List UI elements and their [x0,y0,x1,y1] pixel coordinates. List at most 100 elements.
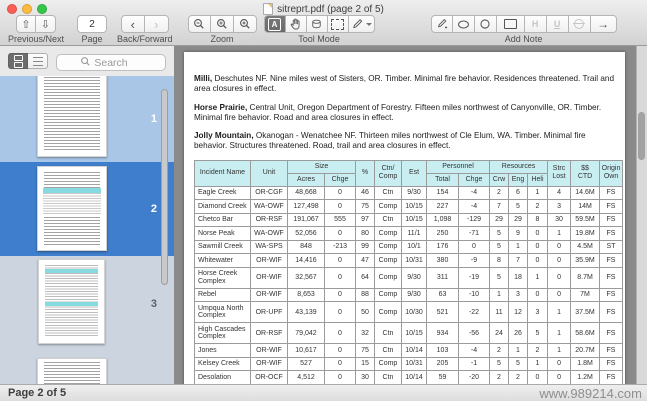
table-cell: 8.7M [570,266,601,289]
rect-selection-tool-button[interactable] [327,15,349,33]
sidebar-header [0,46,174,76]
table-cell: OR-WIF [250,356,288,372]
thumbnail-row-page-2[interactable]: 2 [0,162,174,256]
actual-size-button[interactable] [210,15,234,33]
table-cell: 2 [489,370,509,384]
paragraph: Jolly Mountain, Okanogan - Wenatchee NF.… [194,131,586,151]
document-proxy-icon [263,3,274,15]
table-cell: 0 [324,343,356,358]
underline-icon: U [553,19,561,29]
table-cell: 0 [547,253,572,268]
back-forward-label: Back/Forward [117,34,173,44]
list-view-button[interactable] [28,53,48,69]
table-cell: 380 [426,253,459,268]
document-scrollbar-thumb[interactable] [638,112,645,160]
table-cell: 50 [355,301,375,324]
table-cell: 46 [355,185,375,201]
table-cell: 0 [324,226,356,241]
page-thumbnail[interactable] [37,166,107,251]
table-cell: 0 [547,356,572,372]
group-header-personnel: Personnel [426,159,490,174]
window-title-text: sitreprt.pdf (page 2 of 5) [277,3,384,15]
table-row: Norse Peak WA-OWF 52,056 0 80 Comp 11/1 250 -71 5… [194,226,624,241]
hand-icon [290,18,300,30]
table-cell: 47 [355,253,375,268]
col-header-incident: Incident Name [194,159,251,187]
table-cell: 9/30 [401,185,427,201]
toolbar-groups: ⇧ ⇩ Previous/Next Page ‹ [0,15,647,46]
shapes-button[interactable] [474,15,497,33]
table-cell: 52,056 [287,226,325,241]
table-cell: Ctn [374,343,402,358]
thumbnail-view-button[interactable] [8,53,28,69]
table-cell: 1,098 [426,212,459,228]
text-selection-tool-button[interactable]: A [263,15,286,33]
table-cell: 4.5M [570,239,601,255]
thumbnail-row-page-1[interactable]: 1 [0,76,174,162]
col-header-est: Est [401,159,427,187]
markup-tool-button[interactable] [348,15,375,33]
magnify-tool-button[interactable] [306,15,328,33]
table-cell: 1 [526,266,549,289]
page-thumbnail[interactable] [37,358,107,384]
titlebar: sitreprt.pdf (page 2 of 5) [0,0,647,15]
thumbnail-row-page-4[interactable] [0,352,174,384]
table-cell: 0 [458,239,490,255]
table-cell: 14,416 [287,253,325,268]
table-cell: WA-OWF [250,226,288,241]
arrow-annotation-button[interactable]: → [590,15,617,33]
status-bar: Page 2 of 5 www.989214.com [0,384,647,401]
table-cell: Comp [374,253,402,268]
table-cell: 75 [355,343,375,358]
table-cell: 3 [526,301,549,324]
thumbnail-row-page-3[interactable]: 3 [0,256,174,352]
table-cell: 15 [355,356,375,372]
page-number-input[interactable] [77,15,108,33]
table-cell: 0 [547,239,572,255]
toolbar: sitreprt.pdf (page 2 of 5) ⇧ ⇩ Previous/… [0,0,647,46]
table-cell: Comp [374,301,402,324]
text-box-button[interactable] [496,15,525,33]
thumbnail-list: 1 2 3 [0,76,174,384]
search-input[interactable] [56,54,166,71]
table-cell: 2 [526,343,549,358]
zoom-label: Zoom [210,34,234,44]
back-button[interactable]: ‹ [120,15,145,33]
underline-button[interactable]: U [546,15,569,33]
table-cell: 848 [287,239,325,255]
text-selection-icon: A [268,17,282,31]
page-number-label: 2 [150,203,157,215]
table-cell: FS [599,343,624,358]
table-row: Rebel OR-WIF 8,653 0 88 Comp 9/30 63 -10 1 3 0 0 7M FS [194,287,624,303]
move-tool-button[interactable] [285,15,307,33]
draw-button[interactable] [452,15,475,33]
incident-table: Incident Name Unit Size % Ctn/ Comp Est … [194,159,624,384]
strikethrough-button[interactable] [568,15,591,33]
table-cell: 9/30 [401,287,427,303]
col-header-strc-lost: Strc Lost [547,159,572,187]
table-cell: 1 [508,343,528,358]
table-cell: Kelsey Creek [194,356,251,372]
table-cell: 154 [426,185,459,201]
table-row: Umpqua North Complex OR-UPF 43,139 0 50 Comp 1… [194,301,624,324]
table-cell: -19 [458,266,490,289]
table-row: Eagle Creek OR-CGF 48,668 0 46 Ctn 9/30 154 -4 2 6… [194,185,624,201]
sidebar-scrollbar[interactable] [161,89,168,285]
preview-window: sitreprt.pdf (page 2 of 5) ⇧ ⇩ Previous/… [0,0,647,401]
zoom-out-button[interactable] [187,15,211,33]
table-cell: 5 [489,239,509,255]
highlight-button[interactable]: H [524,15,547,33]
forward-button[interactable]: › [144,15,169,33]
table-cell: -20 [458,370,490,384]
page-thumbnail[interactable] [38,259,105,344]
table-cell: 8 [489,253,509,268]
zoom-in-button[interactable] [233,15,257,33]
paragraph: Milli, Deschutes NF. Nine miles west of … [194,74,615,94]
page-thumbnail[interactable] [37,76,107,157]
sketch-button[interactable] [430,15,453,33]
document-scrollbar-track[interactable] [636,46,647,384]
table-cell: FS [599,301,624,324]
next-page-button[interactable]: ⇩ [36,15,57,33]
col-header-ctn-comp: Ctn/ Comp [374,159,402,187]
previous-page-button[interactable]: ⇧ [16,15,37,33]
